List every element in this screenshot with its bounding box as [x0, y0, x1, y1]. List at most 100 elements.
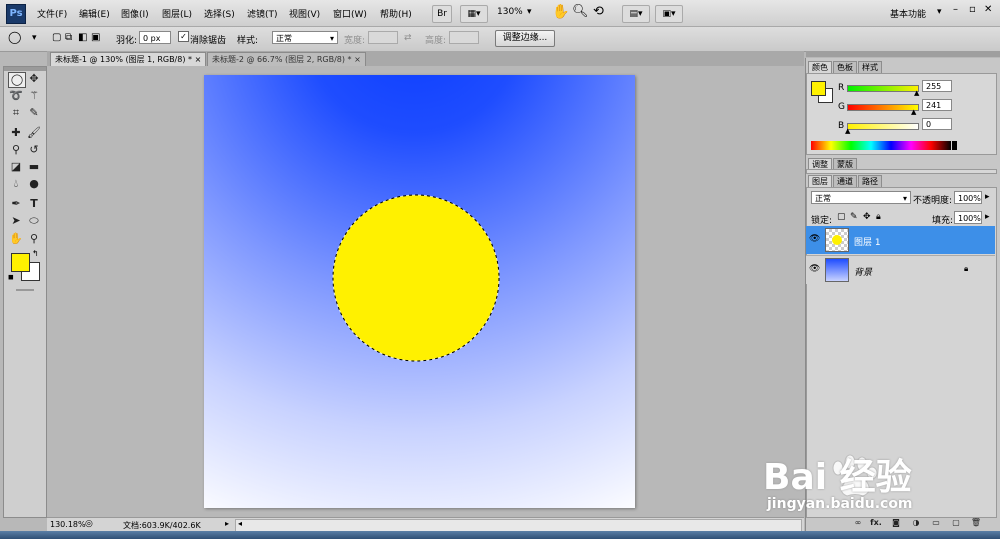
type-tool-icon[interactable]: T	[26, 197, 42, 211]
eyedropper-tool-icon[interactable]: ✎	[26, 106, 42, 120]
menu-edit[interactable]: 编辑(E)	[79, 7, 110, 20]
preset-dropdown-icon[interactable]: ▾	[32, 33, 37, 43]
subtract-selection-icon[interactable]: ◧	[78, 32, 87, 43]
refine-edge-button[interactable]: 调整边缘...	[495, 30, 555, 47]
screen-mode-button[interactable]: ▣▾	[655, 5, 683, 23]
opacity-input[interactable]: 100%	[954, 191, 982, 204]
opacity-slider-icon[interactable]: ▸	[985, 192, 990, 202]
b-slider[interactable]	[847, 123, 919, 130]
tab-close-icon[interactable]: ×	[354, 55, 361, 64]
minimize-icon[interactable]: –	[953, 4, 958, 15]
visibility-eye-icon[interactable]: 👁︎	[809, 264, 820, 274]
crop-tool-icon[interactable]: ⌗	[8, 106, 24, 120]
menu-view[interactable]: 视图(V)	[289, 7, 320, 20]
menu-filter[interactable]: 滤镜(T)	[247, 7, 278, 20]
status-menu-icon[interactable]: ▸	[225, 519, 229, 528]
hand-tool-icon[interactable]: ✋	[552, 4, 569, 20]
tab-channels[interactable]: 通道	[833, 175, 857, 187]
workspace-switcher[interactable]: 基本功能	[890, 7, 926, 20]
g-input[interactable]: 241	[922, 99, 952, 111]
gradient-tool-icon[interactable]: ▬	[26, 160, 42, 174]
layer-row-1[interactable]: 👁︎ 图层 1	[806, 226, 995, 254]
color-ramp-black[interactable]	[952, 141, 957, 150]
color-panel-foreground[interactable]	[811, 81, 826, 96]
tab-layers[interactable]: 图层	[808, 175, 832, 187]
eraser-tool-icon[interactable]: ◪	[8, 160, 24, 174]
workspace-dropdown-icon[interactable]: ▾	[937, 7, 942, 17]
brush-tool-icon[interactable]: 🖌︎	[26, 126, 42, 140]
zoom-dropdown-icon[interactable]: ▾	[527, 7, 532, 17]
dodge-tool-icon[interactable]: ●	[26, 177, 42, 191]
status-info-icon[interactable]: ◎	[85, 519, 93, 529]
menu-select[interactable]: 选择(S)	[204, 7, 235, 20]
zoom-tool-icon[interactable]: ⚲	[26, 232, 42, 246]
elliptical-marquee-preset-icon[interactable]: ◯	[8, 30, 21, 44]
zoom-level[interactable]: 130%	[497, 7, 523, 17]
tab-styles[interactable]: 样式	[858, 61, 882, 73]
default-colors-icon[interactable]: ◼	[8, 273, 14, 281]
zoom-tool-icon[interactable]: 🔍︎	[572, 4, 589, 19]
pen-tool-icon[interactable]: ✒	[8, 197, 24, 211]
add-selection-icon[interactable]: ⧉	[65, 32, 72, 43]
menu-window[interactable]: 窗口(W)	[333, 7, 367, 20]
hand-tool-icon[interactable]: ✋	[8, 232, 24, 246]
lock-transparency-icon[interactable]: ▢	[837, 212, 846, 222]
healing-brush-tool-icon[interactable]: ✚	[8, 126, 24, 140]
magic-wand-tool-icon[interactable]: ⚚	[26, 89, 42, 103]
quick-mask-icon[interactable]	[16, 289, 34, 291]
toolbox-grip[interactable]	[4, 67, 46, 71]
r-input[interactable]: 255	[922, 80, 952, 92]
tab-color[interactable]: 颜色	[808, 61, 832, 73]
visibility-eye-icon[interactable]: 👁︎	[809, 234, 820, 244]
layer-name[interactable]: 图层 1	[854, 235, 881, 248]
menu-file[interactable]: 文件(F)	[37, 7, 67, 20]
new-selection-icon[interactable]: ▢	[52, 32, 61, 43]
shape-tool-icon[interactable]: ⬭	[26, 214, 42, 228]
color-ramp[interactable]	[811, 141, 951, 150]
tab-swatches[interactable]: 色板	[833, 61, 857, 73]
intersect-selection-icon[interactable]: ▣	[91, 32, 100, 43]
tab-document-1[interactable]: 未标题-1 @ 130% (图层 1, RGB/8) * ×	[50, 52, 207, 66]
style-select[interactable]: 正常 ▾	[272, 31, 338, 44]
bridge-button[interactable]: Br	[432, 5, 452, 23]
rotate-view-icon[interactable]: ⟲	[593, 4, 604, 19]
menu-image[interactable]: 图像(I)	[121, 7, 149, 20]
clone-stamp-tool-icon[interactable]: ⚲	[8, 143, 24, 157]
lock-position-icon[interactable]: ✥	[863, 212, 871, 222]
b-input[interactable]: 0	[922, 118, 952, 130]
blur-tool-icon[interactable]: 💧︎	[8, 177, 24, 191]
move-tool-icon[interactable]: ✥	[26, 72, 42, 86]
layer-row-background[interactable]: 👁︎ 背景 🔒︎	[806, 255, 995, 284]
fill-slider-icon[interactable]: ▸	[985, 212, 990, 222]
scroll-left-icon[interactable]: ◂	[238, 519, 242, 528]
path-selection-tool-icon[interactable]: ➤	[8, 214, 24, 228]
view-extras-button[interactable]: ▦▾	[460, 5, 488, 23]
r-slider[interactable]	[847, 85, 919, 92]
lasso-tool-icon[interactable]: ➰	[8, 89, 24, 103]
swap-colors-icon[interactable]: ↰	[32, 249, 39, 258]
layer-name[interactable]: 背景	[854, 265, 872, 278]
r-slider-handle[interactable]: ▲	[914, 89, 919, 97]
lock-all-icon[interactable]: 🔒︎	[876, 212, 881, 222]
b-slider-handle[interactable]: ▲	[845, 127, 850, 135]
g-slider[interactable]	[847, 104, 919, 111]
feather-input[interactable]: 0 px	[139, 31, 171, 44]
blend-mode-select[interactable]: 正常 ▾	[811, 191, 911, 204]
history-brush-tool-icon[interactable]: ↺	[26, 143, 42, 157]
lock-pixels-icon[interactable]: ✎	[850, 212, 858, 222]
status-zoom[interactable]: 130.18%	[50, 520, 86, 529]
tab-paths[interactable]: 路径	[858, 175, 882, 187]
fill-input[interactable]: 100%	[954, 211, 982, 224]
menu-layer[interactable]: 图层(L)	[162, 7, 192, 20]
arrange-documents-button[interactable]: ▤▾	[622, 5, 650, 23]
tab-close-icon[interactable]: ×	[195, 55, 202, 64]
g-slider-handle[interactable]: ▲	[911, 108, 916, 116]
menu-help[interactable]: 帮助(H)	[380, 7, 412, 20]
panel-dock-grip[interactable]	[806, 51, 1000, 57]
elliptical-marquee-tool-icon[interactable]: ◯	[8, 72, 26, 88]
close-icon[interactable]: ✕	[984, 4, 992, 15]
tab-document-2[interactable]: 未标题-2 @ 66.7% (图层 2, RGB/8) * ×	[207, 52, 366, 66]
restore-icon[interactable]: ▫	[969, 4, 976, 15]
image-canvas[interactable]	[204, 75, 635, 508]
foreground-color-swatch[interactable]	[11, 253, 30, 272]
